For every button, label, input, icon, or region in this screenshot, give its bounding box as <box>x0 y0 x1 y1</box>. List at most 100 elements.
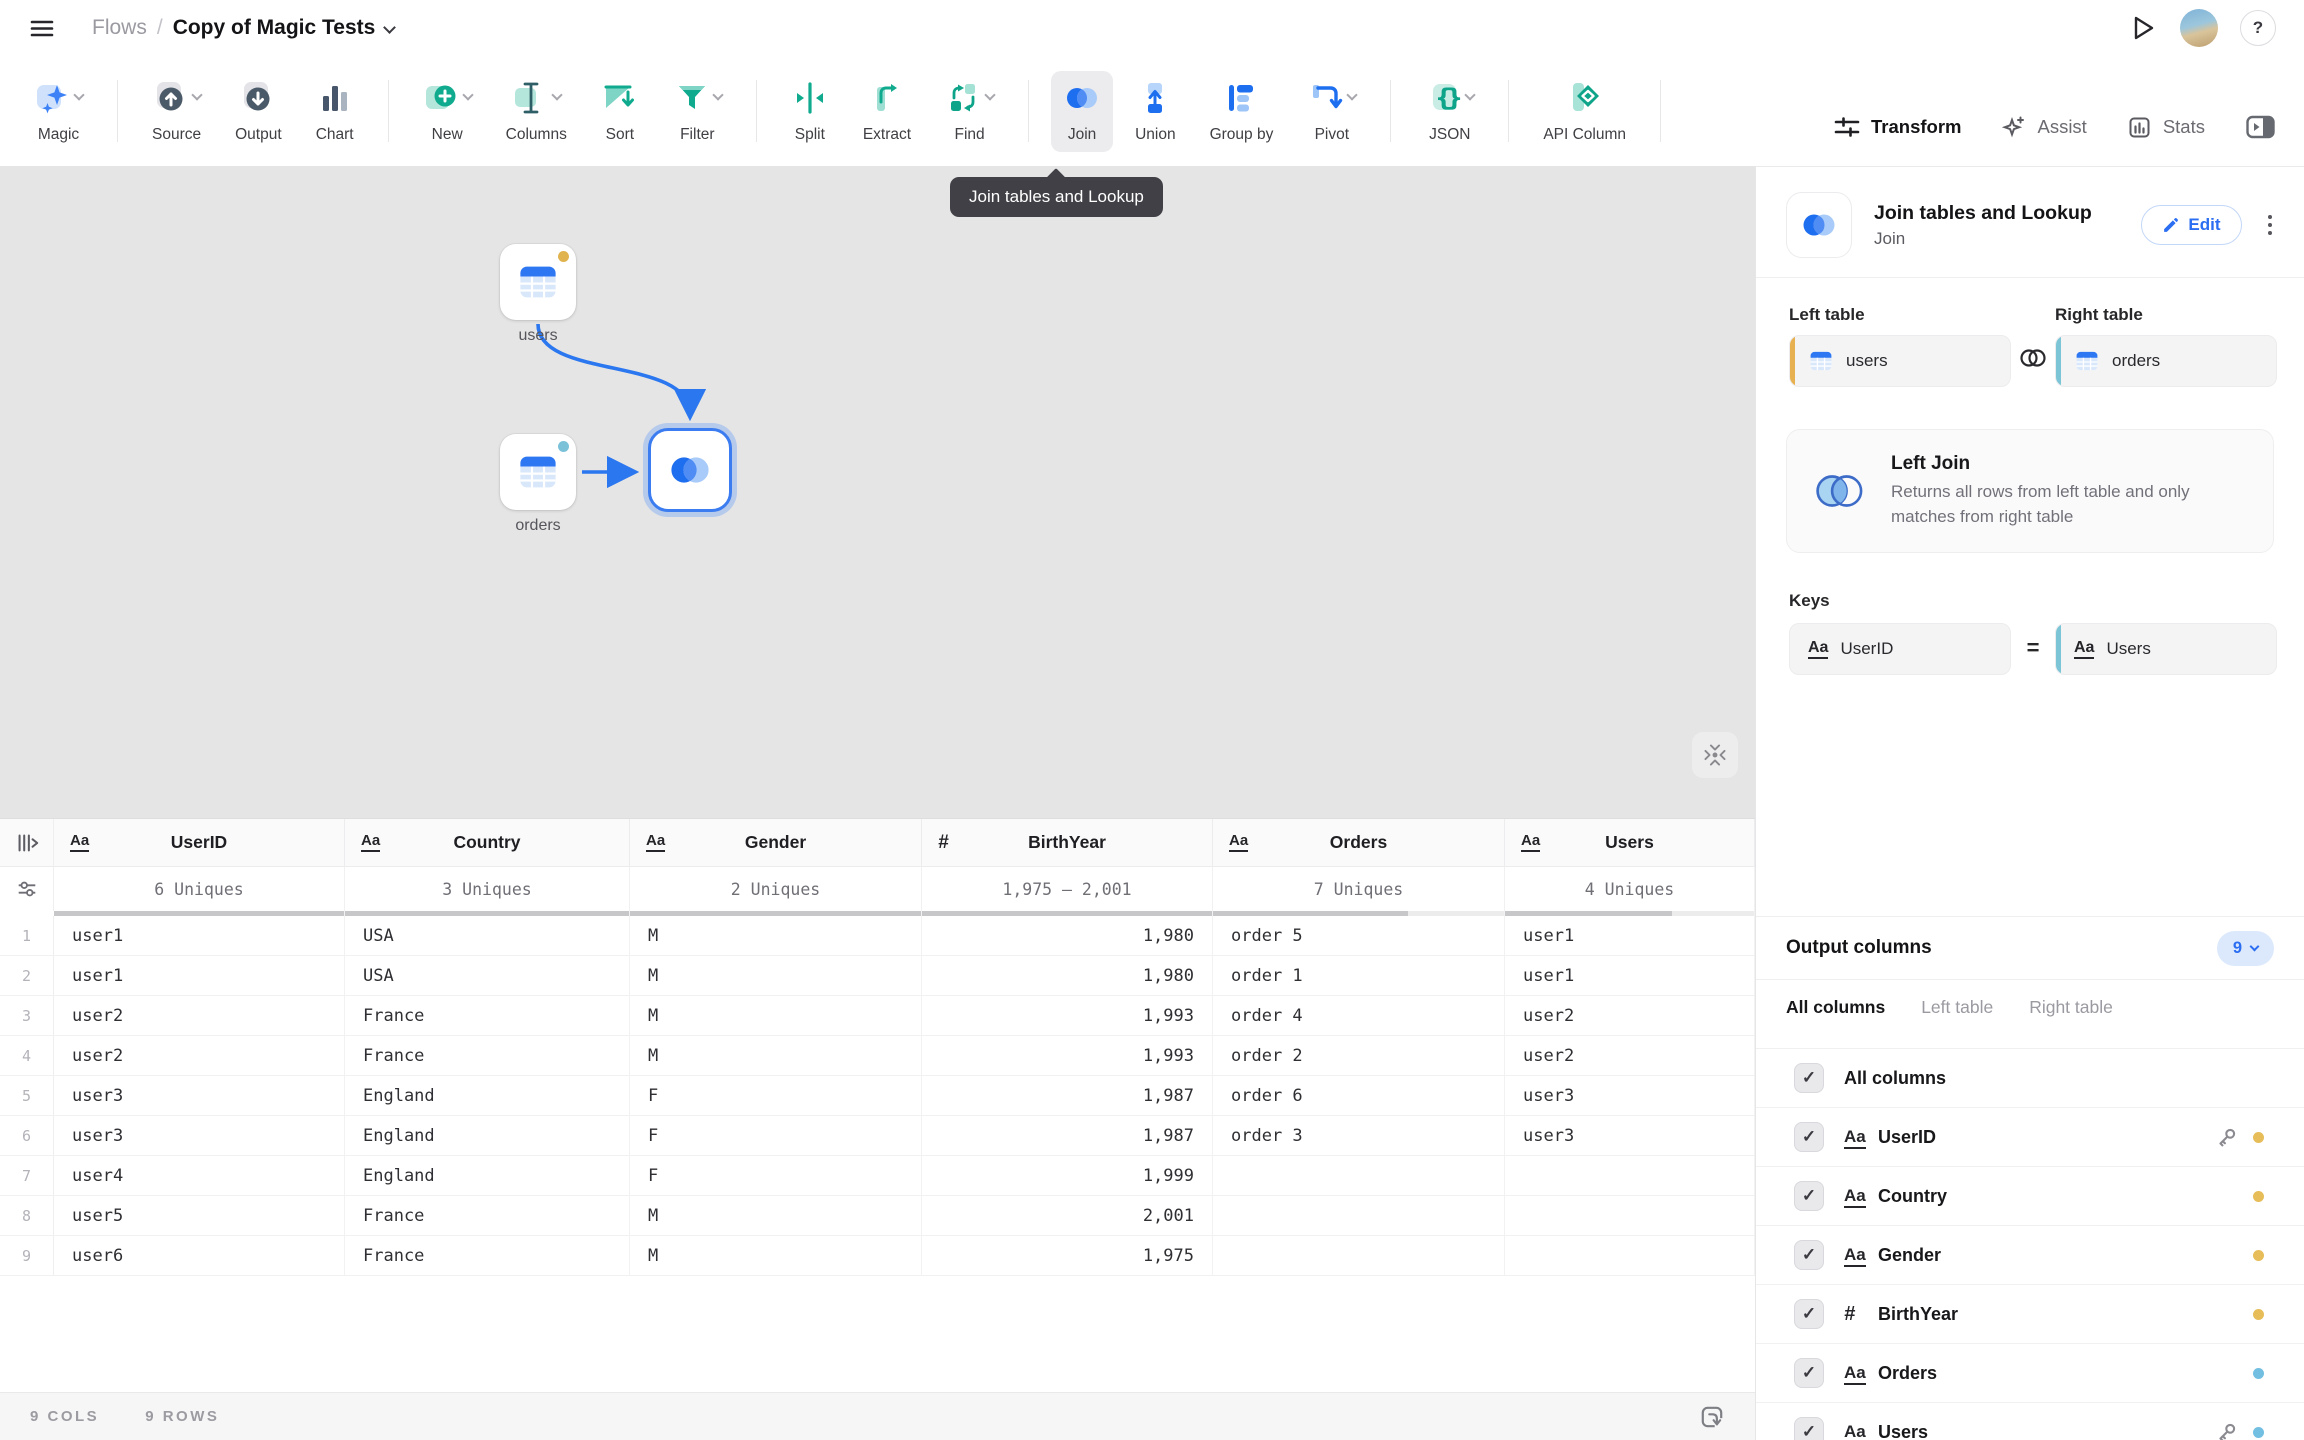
checkbox[interactable]: ✓ <box>1794 1181 1824 1211</box>
table-cell[interactable]: order 2 <box>1213 1036 1505 1075</box>
table-cell[interactable]: user1 <box>1505 956 1755 995</box>
right-table-field[interactable]: orders <box>2055 335 2277 387</box>
column-header[interactable]: Aa Orders <box>1213 819 1505 866</box>
toolbar-item-groupby[interactable]: Group by <box>1198 71 1286 152</box>
chevron-down-icon[interactable] <box>984 89 995 100</box>
table-cell[interactable]: user6 <box>54 1236 345 1275</box>
table-row[interactable]: 6user3EnglandF1,987order 3user3 <box>0 1116 1755 1156</box>
table-cell[interactable] <box>1213 1236 1505 1275</box>
table-cell[interactable]: 1,980 <box>922 916 1213 955</box>
node-orders[interactable] <box>500 434 576 510</box>
chevron-down-icon[interactable] <box>712 89 723 100</box>
table-cell[interactable]: England <box>345 1116 630 1155</box>
table-cell[interactable]: user1 <box>54 916 345 955</box>
node-join-selected[interactable] <box>648 428 732 512</box>
assist-button[interactable]: Assist <box>2001 115 2086 139</box>
table-row[interactable]: 2user1USAM1,980order 1user1 <box>0 956 1755 996</box>
table-cell[interactable] <box>1213 1196 1505 1235</box>
edit-button[interactable]: Edit <box>2141 205 2241 245</box>
output-column-row[interactable]: ✓ Aa Country <box>1756 1167 2304 1226</box>
chevron-down-icon[interactable] <box>462 89 473 100</box>
table-cell[interactable]: France <box>345 996 630 1035</box>
table-cell[interactable]: user3 <box>54 1076 345 1115</box>
toolbar-item-union[interactable]: Union <box>1123 71 1188 152</box>
chevron-down-icon[interactable] <box>1465 89 1476 100</box>
table-cell[interactable]: 1,999 <box>922 1156 1213 1195</box>
avatar[interactable] <box>2180 9 2218 47</box>
table-cell[interactable]: user1 <box>1505 916 1755 955</box>
toolbar-item-source[interactable]: Source <box>140 71 213 152</box>
toolbar-item-chart[interactable]: Chart <box>304 71 366 152</box>
right-key-field[interactable]: Aa Users <box>2055 623 2277 675</box>
toolbar-item-sort[interactable]: Sort <box>589 71 651 152</box>
table-cell[interactable]: England <box>345 1076 630 1115</box>
left-table-field[interactable]: users <box>1789 335 2011 387</box>
table-row[interactable]: 5user3EnglandF1,987order 6user3 <box>0 1076 1755 1116</box>
table-cell[interactable]: M <box>630 1036 922 1075</box>
output-column-row[interactable]: ✓ Aa Users <box>1756 1403 2304 1440</box>
table-cell[interactable] <box>1505 1236 1755 1275</box>
flow-canvas[interactable]: users orders <box>0 166 1755 818</box>
table-cell[interactable]: user5 <box>54 1196 345 1235</box>
table-cell[interactable]: 1,993 <box>922 1036 1213 1075</box>
table-cell[interactable]: USA <box>345 956 630 995</box>
transform-button[interactable]: Transform <box>1834 115 1961 139</box>
table-cell[interactable]: order 1 <box>1213 956 1505 995</box>
output-column-row[interactable]: ✓ All columns <box>1756 1049 2304 1108</box>
run-play-icon[interactable] <box>2128 13 2158 43</box>
toolbar-item-split[interactable]: Split <box>779 71 841 152</box>
help-button[interactable]: ? <box>2240 10 2276 46</box>
table-cell[interactable]: user3 <box>1505 1076 1755 1115</box>
toolbar-item-output[interactable]: Output <box>223 71 294 152</box>
stats-settings[interactable] <box>0 867 54 911</box>
stats-button[interactable]: Stats <box>2127 115 2205 140</box>
table-cell[interactable]: M <box>630 996 922 1035</box>
table-cell[interactable]: user2 <box>54 996 345 1035</box>
table-cell[interactable]: F <box>630 1076 922 1115</box>
table-cell[interactable]: order 5 <box>1213 916 1505 955</box>
node-users[interactable] <box>500 244 576 320</box>
checkbox[interactable]: ✓ <box>1794 1358 1824 1388</box>
table-row[interactable]: 8user5FranceM2,001 <box>0 1196 1755 1236</box>
chevron-down-icon[interactable] <box>551 89 562 100</box>
breadcrumb-root[interactable]: Flows <box>92 16 147 40</box>
table-row[interactable]: 9user6FranceM1,975 <box>0 1236 1755 1276</box>
chevron-down-icon[interactable] <box>383 21 396 34</box>
table-row[interactable]: 7user4EnglandF1,999 <box>0 1156 1755 1196</box>
column-header[interactable]: Aa Users <box>1505 819 1755 866</box>
column-header[interactable]: Aa Country <box>345 819 630 866</box>
table-row[interactable]: 3user2FranceM1,993order 4user2 <box>0 996 1755 1036</box>
output-column-row[interactable]: ✓ Aa UserID <box>1756 1108 2304 1167</box>
breadcrumb[interactable]: Flows / Copy of Magic Tests <box>92 16 394 40</box>
fit-view-button[interactable] <box>1692 732 1738 778</box>
toolbar-item-json[interactable]: { } JSON <box>1413 71 1486 152</box>
table-cell[interactable]: 1,993 <box>922 996 1213 1035</box>
chevron-down-icon[interactable] <box>73 89 84 100</box>
tab-all-columns[interactable]: All columns <box>1786 997 1885 1018</box>
table-cell[interactable] <box>1505 1156 1755 1195</box>
table-cell[interactable]: user2 <box>1505 996 1755 1035</box>
table-cell[interactable]: 1,987 <box>922 1076 1213 1115</box>
table-cell[interactable]: M <box>630 1236 922 1275</box>
table-row[interactable]: 1user1USAM1,980order 5user1 <box>0 916 1755 956</box>
table-cell[interactable]: user3 <box>1505 1116 1755 1155</box>
table-cell[interactable]: 2,001 <box>922 1196 1213 1235</box>
table-row[interactable]: 4user2FranceM1,993order 2user2 <box>0 1036 1755 1076</box>
output-column-row[interactable]: ✓ Aa Orders <box>1756 1344 2304 1403</box>
checkbox[interactable]: ✓ <box>1794 1299 1824 1329</box>
toolbar-item-new[interactable]: New <box>411 71 484 152</box>
column-header[interactable]: Aa UserID <box>54 819 345 866</box>
checkbox[interactable]: ✓ <box>1794 1122 1824 1152</box>
output-column-row[interactable]: ✓ # BirthYear <box>1756 1285 2304 1344</box>
chevron-down-icon[interactable] <box>191 89 202 100</box>
grid-corner[interactable] <box>0 819 54 866</box>
table-cell[interactable]: 1,975 <box>922 1236 1213 1275</box>
toolbar-item-find[interactable]: Find <box>933 71 1006 152</box>
column-header[interactable]: # BirthYear <box>922 819 1213 866</box>
toolbar-item-api-column[interactable]: API Column <box>1531 71 1638 152</box>
column-header[interactable]: Aa Gender <box>630 819 922 866</box>
table-cell[interactable]: France <box>345 1036 630 1075</box>
table-cell[interactable]: 1,980 <box>922 956 1213 995</box>
join-type-card[interactable]: Left Join Returns all rows from left tab… <box>1786 429 2274 553</box>
table-cell[interactable]: user3 <box>54 1116 345 1155</box>
